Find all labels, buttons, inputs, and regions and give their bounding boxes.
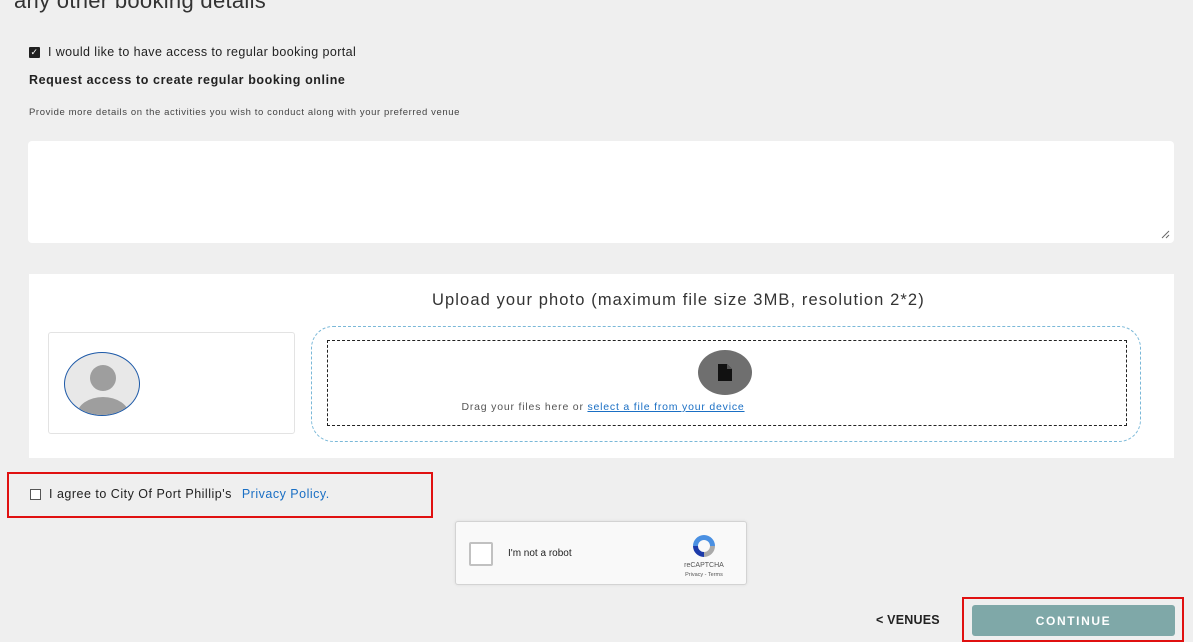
recaptcha-terms-link[interactable]: Privacy - Terms [668, 572, 740, 578]
recaptcha-logo-icon [693, 535, 715, 557]
select-file-link[interactable]: select a file from your device [587, 401, 744, 413]
upload-title: Upload your photo (maximum file size 3MB… [432, 291, 925, 309]
request-access-heading: Request access to create regular booking… [29, 73, 346, 87]
privacy-policy-link[interactable]: Privacy Policy. [242, 487, 330, 501]
recaptcha-checkbox[interactable] [469, 542, 493, 566]
drag-drop-instructions: Drag your files here or select a file fr… [29, 401, 1174, 413]
photo-preview-card [48, 332, 295, 434]
privacy-label: I agree to City Of Port Phillip's [49, 487, 232, 501]
privacy-checkbox[interactable] [30, 488, 41, 500]
continue-button[interactable]: CONTINUE [972, 605, 1175, 636]
file-icon [698, 350, 752, 395]
portal-access-label: I would like to have access to regular b… [48, 45, 357, 59]
privacy-agreement-option[interactable]: I agree to City Of Port Phillip's Privac… [30, 487, 330, 501]
recaptcha-label: I'm not a robot [508, 548, 572, 559]
previous-section-heading: any other booking details [14, 0, 267, 13]
photo-upload-panel: Upload your photo (maximum file size 3MB… [29, 274, 1174, 458]
recaptcha-brand: reCAPTCHA [684, 562, 724, 569]
portal-access-checkbox[interactable]: ✓ [29, 46, 40, 58]
drag-text-label: Drag your files here or [461, 401, 588, 413]
resize-handle-icon[interactable] [1160, 229, 1170, 239]
portal-access-option[interactable]: ✓ I would like to have access to regular… [29, 45, 356, 59]
recaptcha-widget: I'm not a robot reCAPTCHA Privacy - Term… [455, 521, 747, 585]
back-to-venues-link[interactable]: < VENUES [876, 613, 940, 627]
activity-details-textarea[interactable] [28, 141, 1174, 243]
request-access-description: Provide more details on the activities y… [29, 107, 461, 118]
